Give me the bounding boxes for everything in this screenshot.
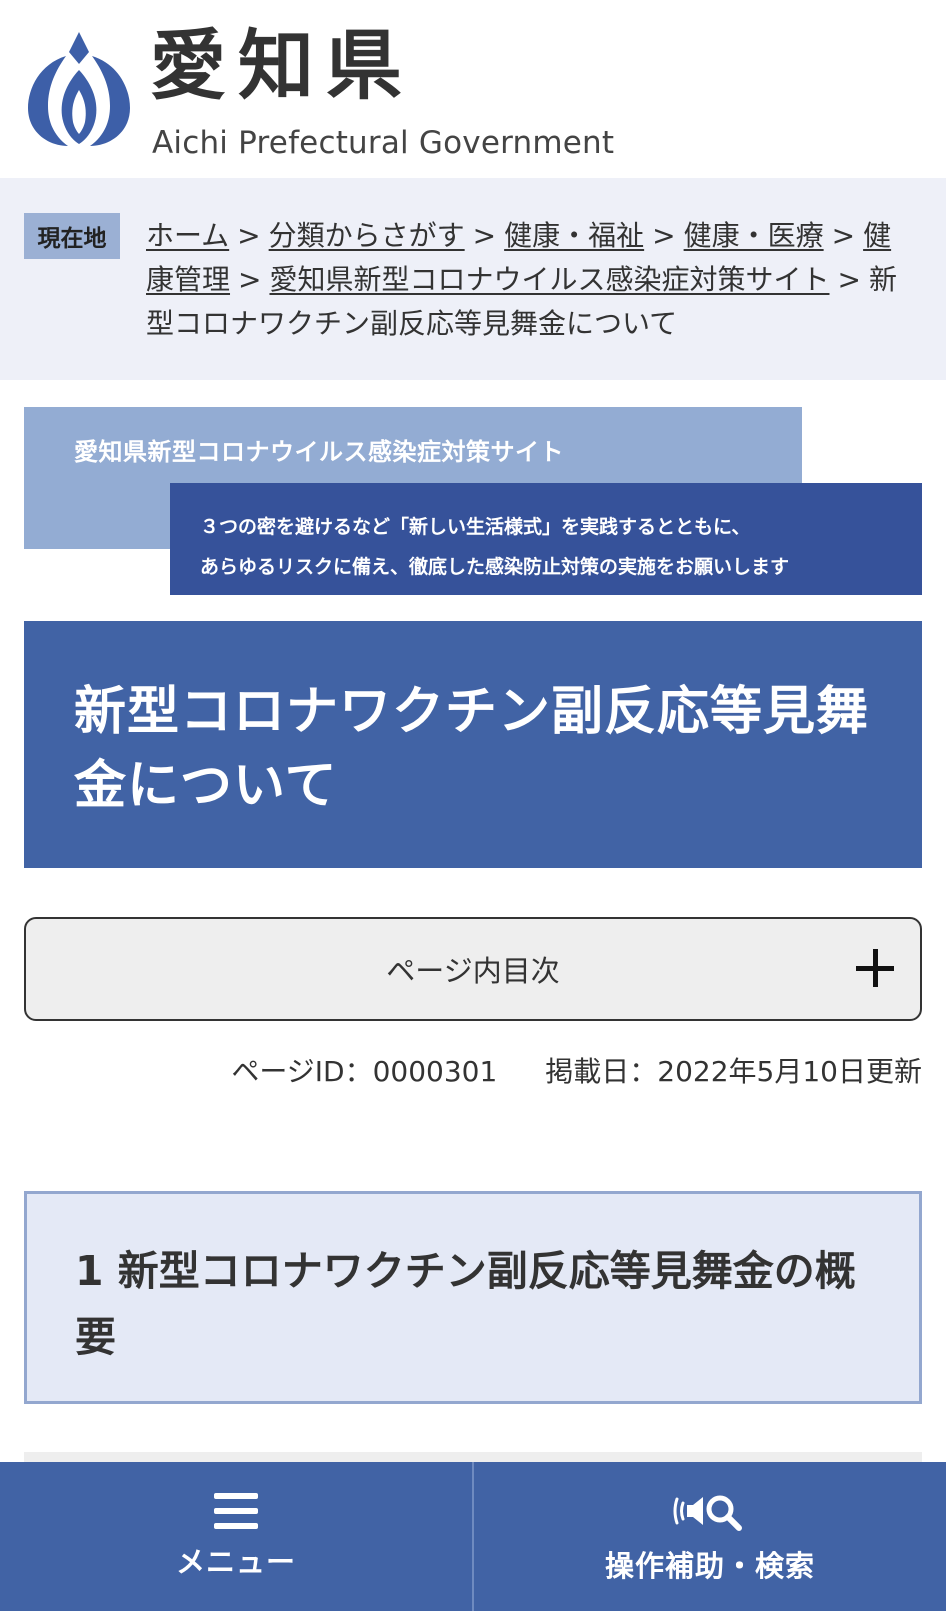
page-toc-toggle[interactable]: ページ内目次 — [24, 917, 922, 1021]
site-subtitle: Aichi Prefectural Government — [152, 125, 615, 161]
hamburger-icon — [214, 1492, 258, 1529]
page-meta: ページID：0000301 掲載日：2022年5月10日更新 — [231, 1050, 922, 1090]
bottom-nav: メニュー 操作補助・検索 — [0, 1462, 946, 1611]
menu-label: メニュー — [175, 1544, 296, 1579]
breadcrumb-link-category[interactable]: 分類からさがす — [269, 219, 465, 252]
assist-search-label: 操作補助・検索 — [604, 1548, 815, 1583]
breadcrumb-link-health-welfare[interactable]: 健康・福祉 — [504, 219, 644, 252]
menu-button[interactable]: メニュー — [0, 1462, 472, 1611]
plus-icon — [856, 949, 894, 987]
banner-message-line-1: ３つの密を避けるなど「新しい生活様式」を実践するとともに、 — [200, 516, 751, 538]
aichi-logo-icon[interactable] — [26, 30, 132, 148]
site-title[interactable]: 愛知県 — [150, 28, 414, 104]
site-header: 愛知県 Aichi Prefectural Government — [0, 0, 946, 178]
publish-date: 掲載日：2022年5月10日更新 — [545, 1055, 922, 1088]
banner-message[interactable]: ３つの密を避けるなど「新しい生活様式」を実践するとともに、 あらゆるリスクに備え… — [170, 483, 922, 595]
banner-title[interactable]: 愛知県新型コロナウイルス感染症対策サイト — [74, 432, 564, 467]
page-id: ページID：0000301 — [231, 1055, 498, 1088]
page-title-box: 新型コロナワクチン副反応等見舞金について — [24, 621, 922, 868]
assist-search-button[interactable]: 操作補助・検索 — [472, 1462, 946, 1611]
page-title: 新型コロナワクチン副反応等見舞金について — [74, 682, 870, 816]
banner-message-line-2: あらゆるリスクに備え、徹底した感染防止対策の実施をお願いします — [200, 556, 790, 578]
breadcrumb-trail: ホーム > 分類からさがす > 健康・福祉 > 健康・医療 > 健康管理 > 愛知県新型コロナウイル… — [146, 214, 916, 346]
breadcrumb-separator: > — [652, 219, 676, 252]
breadcrumb-link-home[interactable]: ホーム — [146, 219, 229, 252]
breadcrumb-separator: > — [831, 219, 856, 252]
breadcrumb-separator: > — [472, 219, 497, 252]
breadcrumb-separator: > — [238, 263, 262, 296]
breadcrumb-separator: > — [237, 219, 261, 252]
breadcrumb-badge: 現在地 — [24, 213, 120, 259]
section-heading: 1 新型コロナワクチン副反応等見舞金の概要 — [75, 1247, 856, 1361]
section-heading-box: 1 新型コロナワクチン副反応等見舞金の概要 — [24, 1191, 922, 1404]
breadcrumb-separator: > — [837, 263, 861, 296]
speaker-search-icon — [673, 1495, 742, 1531]
breadcrumb-link-covid-site[interactable]: 愛知県新型コロナウイルス感染症対策サイト — [269, 263, 829, 296]
breadcrumb-link-health-medical[interactable]: 健康・医療 — [684, 219, 824, 252]
toc-label: ページ内目次 — [386, 954, 560, 988]
